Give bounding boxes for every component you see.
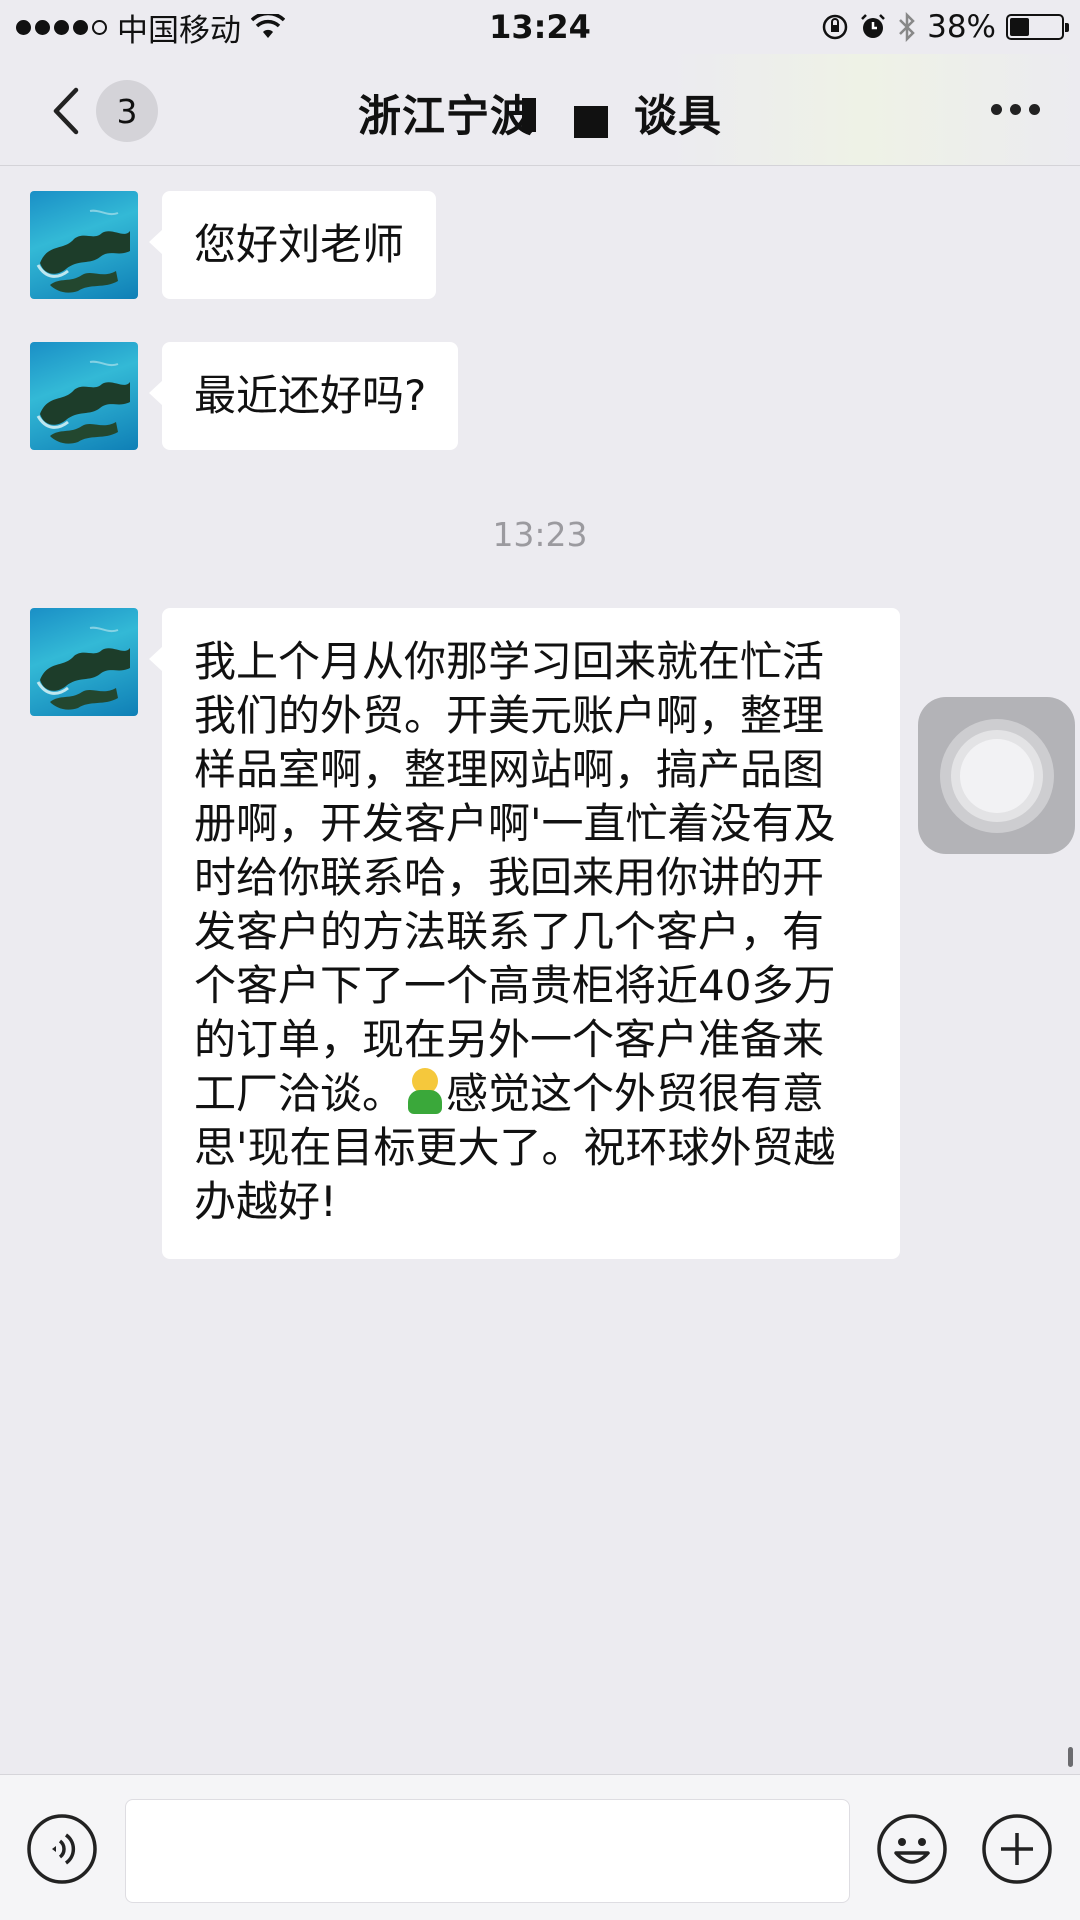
plus-icon [982,1814,1052,1884]
status-bar: 中国移动 13:24 38% [0,0,1080,54]
message-line: 我们的外贸。开美元账户啊，整理 [194,691,825,740]
message-bubble[interactable]: 最近还好吗? [148,342,459,450]
wifi-icon [251,14,285,38]
smiley-icon [877,1814,947,1884]
rotation-lock-icon [822,14,848,40]
message-line: 册啊，开发客户啊'一直忙着没有及 [194,799,836,848]
plus-button[interactable] [981,1813,1053,1885]
chat-title-start: 浙江宁波 [358,92,534,142]
island-avatar-image [36,209,130,293]
message-line: 思'现在目标更大了。祝环球外贸越 [194,1123,836,1172]
message-bubble-long[interactable]: 我上个月从你那学习回来就在忙活 我们的外贸。开美元账户啊，整理 样品室啊，整理网… [149,608,900,1259]
alarm-icon [861,14,885,38]
redaction-block [522,98,536,132]
input-bar [0,1774,1080,1920]
message-line: 我上个月从你那学习回来就在忙活 [194,637,825,686]
contact-avatar[interactable] [30,608,138,716]
island-avatar-image [36,626,130,710]
more-dots-icon [991,104,1002,115]
message-timestamp: 13:23 [492,515,588,554]
redaction-block [574,106,608,138]
signal-dots-icon [16,19,107,35]
chat-title: 浙江宁波 谈具 [0,82,1080,144]
voice-icon [27,1814,97,1884]
more-button[interactable] [991,104,1040,115]
voice-button[interactable] [26,1813,98,1885]
chat-header: 3 浙江宁波 谈具 [0,54,1080,166]
bluetooth-icon [899,12,915,42]
message-line: 的订单，现在另外一个客户准备来 [194,1015,825,1064]
chat-screen: 中国移动 13:24 38% 3 浙江宁波 谈具 您好刘老师 最近还好吗? 13… [0,0,1080,1920]
message-input[interactable] [125,1799,850,1903]
message-text-segment: 工厂洽谈。 [194,1069,405,1118]
chat-title-end: 谈具 [634,92,722,142]
message-row: 我上个月从你那学习回来就在忙活 我们的外贸。开美元账户啊，整理 样品室啊，整理网… [30,608,900,1259]
message-line: 办越好! [194,1177,337,1226]
message-line: 工厂洽谈。 感觉这个外贸很有意 [194,1067,868,1121]
battery-percent: 38% [927,9,996,45]
battery-level-fill [1010,18,1029,36]
person-emoji-icon [404,1068,446,1116]
scroll-indicator[interactable] [1068,1747,1073,1767]
message-line: 时给你联系哈，我回来用你讲的开 [194,853,825,902]
message-bubble[interactable]: 您好刘老师 [148,191,437,299]
message-row: 最近还好吗? [30,342,459,450]
message-text-segment: 感觉这个外贸很有意 [446,1069,825,1118]
island-avatar-image [36,360,130,444]
contact-avatar[interactable] [30,342,138,450]
message-row: 您好刘老师 [30,191,437,299]
battery-icon [1006,14,1069,40]
message-line: 发客户的方法联系了几个客户，有 [194,907,825,956]
carrier-label: 中国移动 [117,12,241,49]
contact-avatar[interactable] [30,191,138,299]
emoji-button[interactable] [876,1813,948,1885]
assistive-touch-button[interactable] [918,697,1075,854]
message-line: 样品室啊，整理网站啊，搞产品图 [194,745,825,794]
message-line: 个客户下了一个高贵柜将近40多万 [194,961,836,1010]
